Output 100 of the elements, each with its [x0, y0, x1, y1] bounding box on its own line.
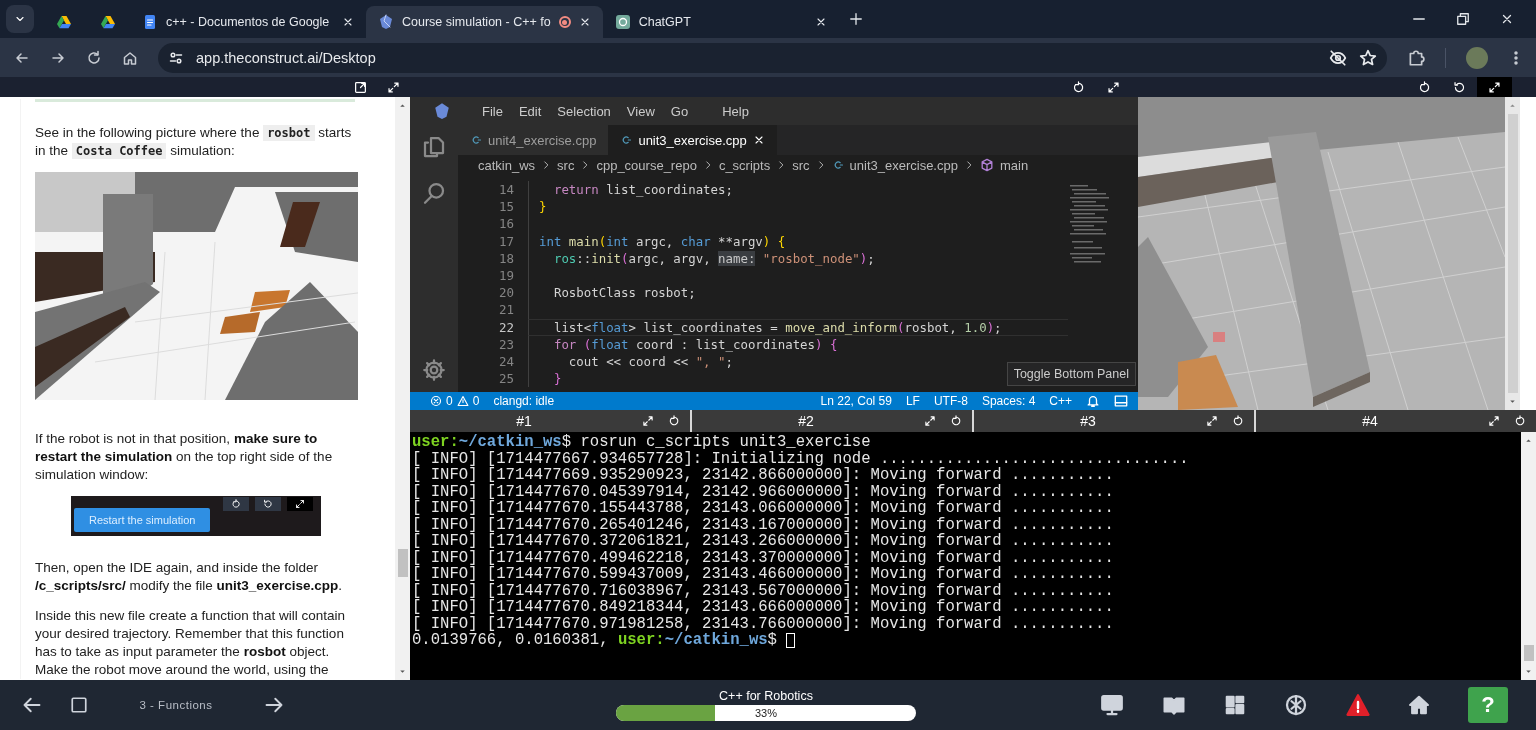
expand-icon[interactable] [1107, 80, 1120, 94]
simulation-scrollbar[interactable] [1505, 97, 1520, 410]
terminal-scrollbar[interactable] [1521, 432, 1536, 680]
reset-icon[interactable] [950, 415, 962, 427]
code-line: RosbotClass rosbot; [528, 284, 1068, 302]
lesson-paragraph: See in the following picture where the rosbot starts in the Costa Coffee simulation: [35, 124, 353, 160]
browser-tab[interactable]: ChatGPT [602, 6, 839, 38]
line-number: 20 [497, 285, 515, 301]
language-server-status[interactable]: clangd: idle [493, 394, 555, 408]
home-icon[interactable] [122, 49, 138, 66]
dashboard-icon[interactable] [1224, 694, 1246, 716]
restore-icon[interactable] [1456, 12, 1470, 26]
lesson-scrollbar[interactable] [395, 97, 410, 680]
up-arrow-icon [398, 101, 407, 110]
address-bar[interactable]: app.theconstruct.ai/Desktop [158, 42, 1387, 73]
expand-icon[interactable] [387, 80, 400, 94]
scrollbar-thumb[interactable] [1507, 114, 1518, 393]
breadcrumb-item[interactable]: cpp_course_repo [596, 157, 697, 173]
line-number: 17 [497, 233, 515, 249]
scrollbar-thumb[interactable] [397, 549, 408, 577]
search-icon[interactable] [422, 181, 446, 205]
line-number: 23 [497, 336, 515, 352]
progress-label: 33% [754, 706, 778, 721]
code-line: int main(int argc, char **argv) { [528, 232, 1068, 250]
home-icon[interactable] [1408, 694, 1430, 716]
terminal-tab[interactable]: #2 [692, 410, 972, 432]
expand-icon[interactable] [1206, 415, 1218, 427]
expand-icon[interactable] [1488, 415, 1500, 427]
expand-icon[interactable] [924, 415, 936, 427]
knot-logo-icon[interactable] [1284, 693, 1308, 717]
reset-icon[interactable] [1072, 80, 1085, 94]
indentation[interactable]: Spaces: 4 [981, 394, 1036, 408]
back-icon[interactable] [22, 695, 42, 715]
scrollbar-thumb[interactable] [1523, 645, 1534, 661]
lesson-paragraph: If the robot is not in that position, make sure to restart the simulation on the top right side of the simulation window: [35, 430, 334, 484]
line-number: 19 [497, 268, 515, 284]
simulation-scene-drawing[interactable] [1138, 97, 1505, 410]
eye-off-icon[interactable] [1329, 48, 1347, 67]
terminal-tab[interactable]: #3 [974, 410, 1254, 432]
code-line: return list_coordinates; [528, 181, 1068, 199]
files-icon[interactable] [422, 135, 446, 159]
down-arrow-icon [1524, 667, 1533, 676]
menu-item[interactable]: Help [714, 103, 757, 119]
terminal-tab[interactable]: #1 [410, 410, 690, 432]
line-number: 14 [497, 182, 515, 198]
reset-icon[interactable] [1232, 415, 1244, 427]
menu-item[interactable]: Selection [549, 103, 619, 119]
browser-tab[interactable]: c++ - Documentos de Google [130, 6, 366, 38]
menu-item[interactable]: Edit [510, 103, 550, 119]
menu-item[interactable]: File [474, 103, 511, 119]
cursor-position[interactable]: Ln 22, Col 59 [820, 394, 892, 408]
terminal-tab[interactable]: #4 [1256, 410, 1536, 432]
line-number: 21 [497, 302, 515, 318]
star-icon[interactable] [1359, 48, 1377, 67]
encoding[interactable]: UTF-8 [933, 394, 968, 408]
language-mode[interactable]: C++ [1049, 394, 1072, 408]
editor-tab[interactable]: unit3_exercise.cpp [608, 125, 777, 155]
bell-icon[interactable] [1086, 394, 1100, 408]
panel-layout-icon[interactable] [1114, 394, 1128, 408]
line-number: 22 [497, 319, 515, 335]
line-ending[interactable]: LF [905, 394, 920, 408]
problems-indicator[interactable]: 0 0 [430, 394, 480, 408]
line-number: 25 [497, 371, 515, 387]
expand-icon[interactable] [642, 415, 654, 427]
breadcrumb-item[interactable]: main [999, 157, 1029, 173]
terminal-line: [ INFO] [1714477670.599437009, 23143.466000000]: Moving forward ........... [412, 566, 1115, 583]
terminal-line: [ INFO] [1714477670.716038967, 23143.567000000]: Moving forward ........... [412, 582, 1115, 599]
terminal-line: [ INFO] [1714477670.045397914, 23142.966000000]: Moving forward ........... [412, 483, 1115, 500]
open-external-icon[interactable] [354, 80, 367, 94]
unit-link[interactable]: 3 - Functions [116, 699, 236, 711]
code-line: list<float> list_coordinates = move_and_inform(rosbot, 1.0); [528, 318, 1068, 336]
puzzle-icon[interactable] [1407, 48, 1425, 67]
cube-icon [979, 158, 994, 172]
editor-tab[interactable]: unit4_exercise.cpp [458, 125, 609, 155]
breadcrumb-item[interactable]: catkin_ws [478, 157, 536, 173]
reset-icon[interactable] [668, 415, 680, 427]
code-line: } [528, 198, 1068, 216]
terminal-line: [ INFO] [1714477670.265401246, 23143.167000000]: Moving forward ........... [412, 516, 1115, 533]
breadcrumb-item[interactable]: unit3_exercise.cpp [849, 157, 958, 173]
monitor-icon[interactable] [1100, 693, 1124, 717]
breadcrumb-item[interactable]: src [792, 157, 810, 173]
forward-icon[interactable] [264, 695, 284, 715]
warning-icon[interactable] [1346, 693, 1370, 717]
menu-item[interactable]: View [618, 103, 663, 119]
up-arrow-icon [1524, 436, 1533, 445]
settings-icon[interactable] [422, 358, 446, 382]
breadcrumb-item[interactable]: src [557, 157, 575, 173]
profile-avatar[interactable] [1466, 46, 1488, 69]
menu-item[interactable]: Go [662, 103, 697, 119]
close-icon[interactable] [342, 16, 354, 28]
browser-tab[interactable]: Course simulation - C++ fo [366, 6, 603, 38]
square-icon[interactable] [70, 696, 88, 714]
reset-icon[interactable] [1514, 415, 1526, 427]
terminal-line: [ INFO] [1714477670.499462218, 23143.370000000]: Moving forward ........... [412, 549, 1115, 566]
plus-icon[interactable] [848, 12, 863, 26]
drive-icon [56, 14, 72, 30]
reload-icon[interactable] [86, 49, 102, 66]
breadcrumb-item[interactable]: c_scripts [718, 157, 771, 173]
expand-button[interactable] [1477, 77, 1512, 97]
close-icon[interactable] [1500, 12, 1514, 26]
